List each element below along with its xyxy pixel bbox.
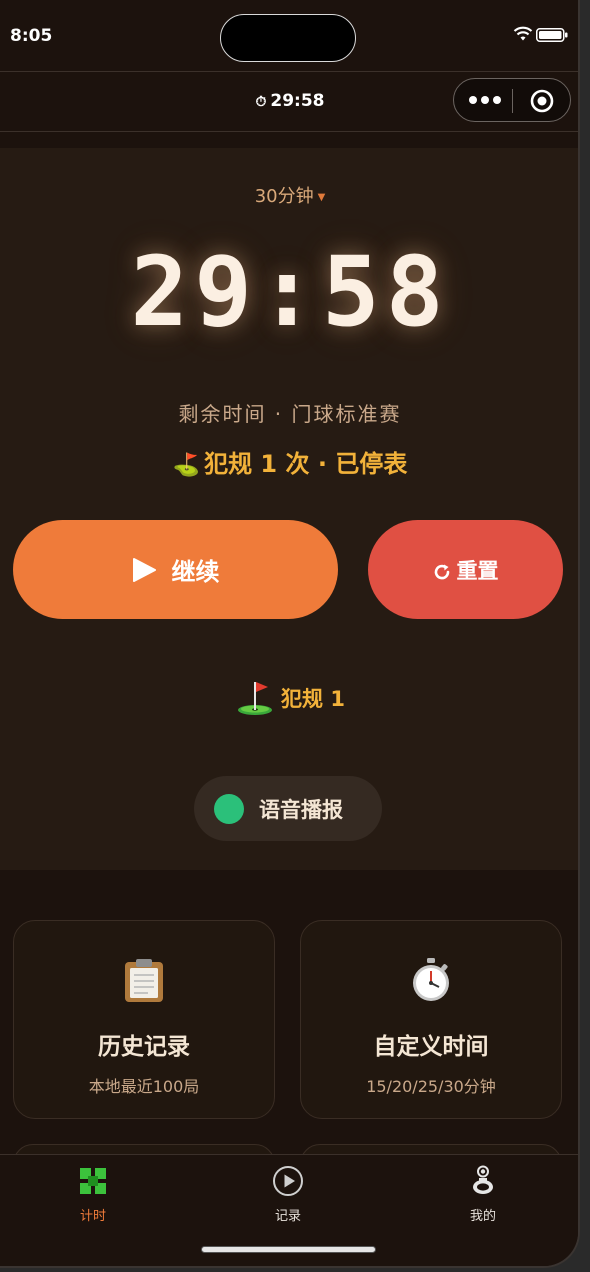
nav-title-text: 29:58: [270, 91, 325, 111]
dynamic-island: [220, 14, 356, 62]
reset-button[interactable]: 重置: [368, 520, 563, 619]
time-caption: 剩余时间 · 门球标准赛: [178, 402, 402, 426]
card-subtitle: 15/20/25/30分钟: [366, 1077, 496, 1096]
grid-icon: [80, 1168, 106, 1194]
card-subtitle: 本地最近100局: [88, 1077, 200, 1096]
voice-label: 语音播报: [259, 797, 343, 822]
close-target-icon[interactable]: [530, 89, 554, 113]
timer-panel: 30分钟 ▼ 29:58 剩余时间 · 门球标准赛 ⛳ 犯规 1 次 · 已停表 继…: [0, 148, 578, 870]
capsule-divider: [512, 89, 513, 113]
foul-status-text: 犯规 1 次 · 已停表: [204, 450, 408, 478]
more-icon[interactable]: [468, 93, 502, 107]
mini-program-capsule: [453, 78, 571, 122]
foul-counter[interactable]: 犯规 1: [0, 678, 578, 718]
refresh-icon: [434, 564, 449, 579]
wifi-icon: [513, 26, 533, 41]
tab-label: 我的: [469, 1209, 496, 1224]
reset-label: 重置: [456, 559, 499, 583]
phone-screen: 8:05 ⏱ 29:58 30分钟 ▼ 29:58 剩余时间 · 门球标准赛 ⛳…: [0, 0, 580, 1268]
play-icon: [132, 557, 156, 582]
duration-label: 30分钟: [254, 186, 314, 207]
card-title: 历史记录: [98, 1034, 190, 1060]
golf-flag-icon: ⛳: [172, 453, 201, 478]
status-time: 8:05: [10, 26, 53, 46]
card-title: 自定义时间: [373, 1034, 489, 1060]
custom-time-card[interactable]: 自定义时间 15/20/25/30分钟: [300, 920, 562, 1119]
tab-records[interactable]: 记录: [228, 1163, 348, 1224]
tab-timer[interactable]: 计时: [33, 1163, 153, 1224]
voice-broadcast-toggle[interactable]: 语音播报: [194, 776, 382, 841]
history-card[interactable]: 历史记录 本地最近100局: [13, 920, 275, 1119]
continue-button[interactable]: 继续: [13, 520, 338, 619]
person-icon: [473, 1165, 493, 1194]
home-indicator: [201, 1246, 376, 1253]
nav-bar: ⏱ 29:58: [0, 71, 578, 132]
stopwatch-icon: [413, 958, 449, 1001]
stopwatch-icon: ⏱: [255, 94, 267, 110]
toggle-indicator: [214, 793, 244, 824]
foul-label: 犯规 1: [281, 687, 345, 711]
play-circle-icon: [273, 1166, 303, 1196]
duration-selector[interactable]: 30分钟 ▼: [0, 182, 578, 208]
continue-label: 继续: [171, 559, 220, 586]
battery-icon: [536, 28, 568, 42]
status-bar: 8:05: [0, 0, 578, 70]
clipboard-icon: [125, 959, 163, 1002]
tab-label: 计时: [79, 1209, 106, 1224]
tab-mine[interactable]: 我的: [423, 1163, 543, 1224]
countdown-display: 29:58: [130, 236, 450, 348]
caret-down-icon: ▼: [317, 191, 326, 203]
foul-status-line: ⛳ 犯规 1 次 · 已停表: [0, 444, 578, 479]
golf-flag-icon: [238, 682, 273, 715]
tab-label: 记录: [274, 1209, 301, 1224]
